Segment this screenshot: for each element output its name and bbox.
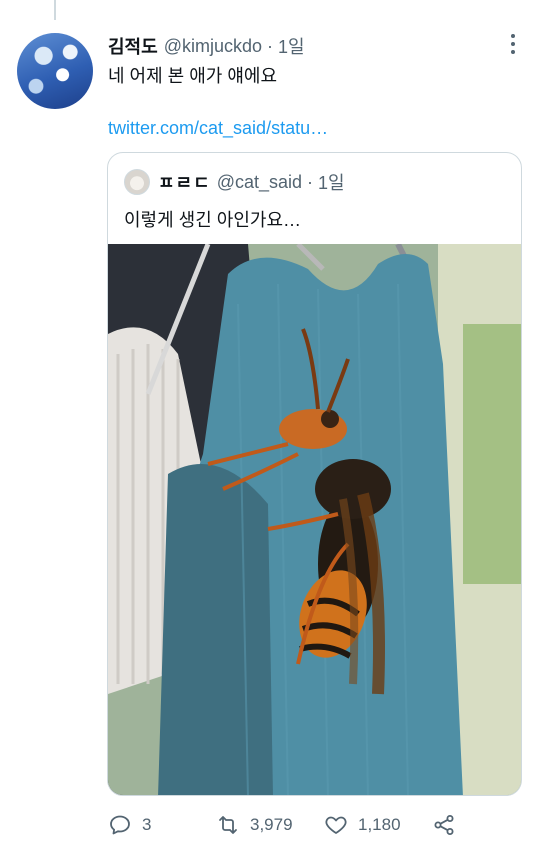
reply-button[interactable]: 3 xyxy=(108,810,216,840)
share-button[interactable] xyxy=(432,810,462,840)
avatar[interactable] xyxy=(17,33,93,109)
quoted-header: ㅍㄹㄷ @cat_said · 1일 xyxy=(158,170,345,194)
reply-count: 3 xyxy=(142,815,152,834)
action-bar: 3 3,979 1,180 xyxy=(108,810,520,840)
like-button[interactable]: 1,180 xyxy=(324,810,432,840)
quoted-tweet[interactable]: ㅍㄹㄷ @cat_said · 1일 이렇게 생긴 아인가요… xyxy=(107,152,522,796)
retweet-button[interactable]: 3,979 xyxy=(216,810,324,840)
quoted-avatar[interactable] xyxy=(124,169,150,195)
quoted-text: 이렇게 생긴 아인가요… xyxy=(124,210,302,230)
tweet-header: 김적도 @kimjuckdo · 1일 xyxy=(108,33,520,59)
heart-icon xyxy=(325,816,347,834)
share-icon xyxy=(434,815,454,835)
quoted-author-name: ㅍㄹㄷ xyxy=(158,173,211,193)
quoted-author-handle: @cat_said xyxy=(216,171,303,192)
tweet-text: 네 어제 본 애가 얘에요 xyxy=(108,66,278,86)
tweet-link[interactable]: twitter.com/cat_said/statu… xyxy=(108,118,328,139)
author-handle[interactable]: @kimjuckdo xyxy=(164,36,262,57)
hornet-photo-illustration xyxy=(108,244,521,795)
more-dots-icon[interactable] xyxy=(510,34,516,54)
tweet-timestamp[interactable]: 1일 xyxy=(278,33,305,59)
author-name[interactable]: 김적도 xyxy=(108,33,158,59)
retweet-icon xyxy=(219,816,237,834)
reply-icon xyxy=(110,815,130,835)
separator-dot: · xyxy=(266,35,273,56)
thread-connector-line xyxy=(54,0,56,20)
like-count: 1,180 xyxy=(358,815,401,834)
quoted-separator-dot: · xyxy=(307,171,314,192)
quoted-photo[interactable] xyxy=(108,244,521,795)
retweet-count: 3,979 xyxy=(250,815,293,834)
quoted-timestamp: 1일 xyxy=(318,173,345,193)
